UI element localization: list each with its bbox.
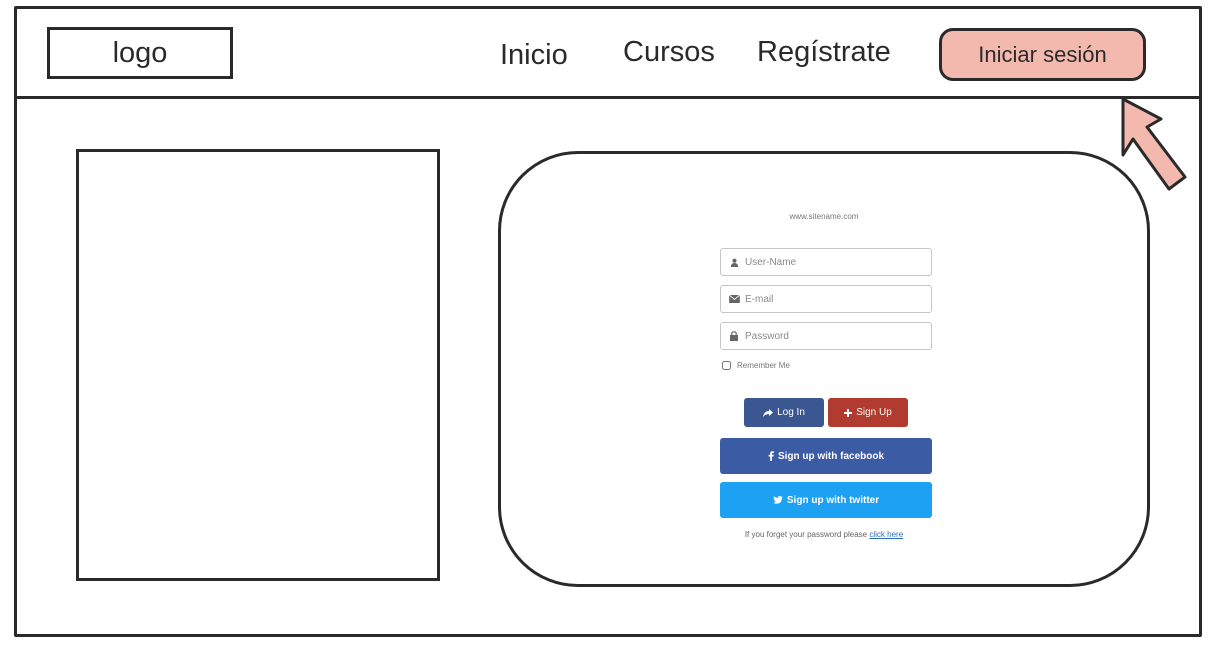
share-arrow-icon xyxy=(763,408,774,417)
sign-up-button[interactable]: Sign Up xyxy=(828,398,908,427)
email-input[interactable] xyxy=(741,286,931,312)
log-in-button[interactable]: Log In xyxy=(744,398,824,427)
password-field[interactable] xyxy=(720,322,932,350)
remember-me-checkbox[interactable] xyxy=(722,361,731,370)
login-form-panel: www.sitename.com Remember Me Log In Sign… xyxy=(498,151,1150,587)
password-input[interactable] xyxy=(741,323,931,349)
nav-link-registrate[interactable]: Regístrate xyxy=(757,34,891,70)
facebook-signup-label: Sign up with facebook xyxy=(777,450,885,462)
remember-me-label: Remember Me xyxy=(737,361,790,370)
header-bar: logo Inicio Cursos Regístrate Iniciar se… xyxy=(17,9,1199,99)
remember-me-row: Remember Me xyxy=(722,361,790,370)
nav-link-cursos[interactable]: Cursos xyxy=(623,34,715,70)
twitter-signup-button[interactable]: Sign up with twitter xyxy=(720,482,932,518)
forgot-password-row: If you forget your password please click… xyxy=(501,530,1147,539)
lock-icon xyxy=(727,331,741,341)
user-icon xyxy=(727,258,741,267)
forgot-password-text: If you forget your password please xyxy=(744,530,868,539)
log-in-label: Log In xyxy=(777,407,805,418)
twitter-icon xyxy=(773,496,783,504)
email-field[interactable] xyxy=(720,285,932,313)
site-url: www.sitename.com xyxy=(789,212,859,221)
nav-link-inicio[interactable]: Inicio xyxy=(500,37,568,73)
username-input[interactable] xyxy=(741,249,931,275)
forgot-password-link[interactable]: click here xyxy=(869,530,903,539)
image-placeholder xyxy=(76,149,440,581)
iniciar-sesion-button[interactable]: Iniciar sesión xyxy=(939,28,1146,81)
facebook-signup-button[interactable]: Sign up with facebook xyxy=(720,438,932,474)
envelope-icon xyxy=(727,295,741,303)
logo[interactable]: logo xyxy=(47,27,233,79)
sign-up-label: Sign Up xyxy=(856,407,892,418)
plus-icon xyxy=(844,408,853,417)
facebook-icon xyxy=(768,451,774,461)
twitter-signup-label: Sign up with twitter xyxy=(786,494,880,506)
username-field[interactable] xyxy=(720,248,932,276)
